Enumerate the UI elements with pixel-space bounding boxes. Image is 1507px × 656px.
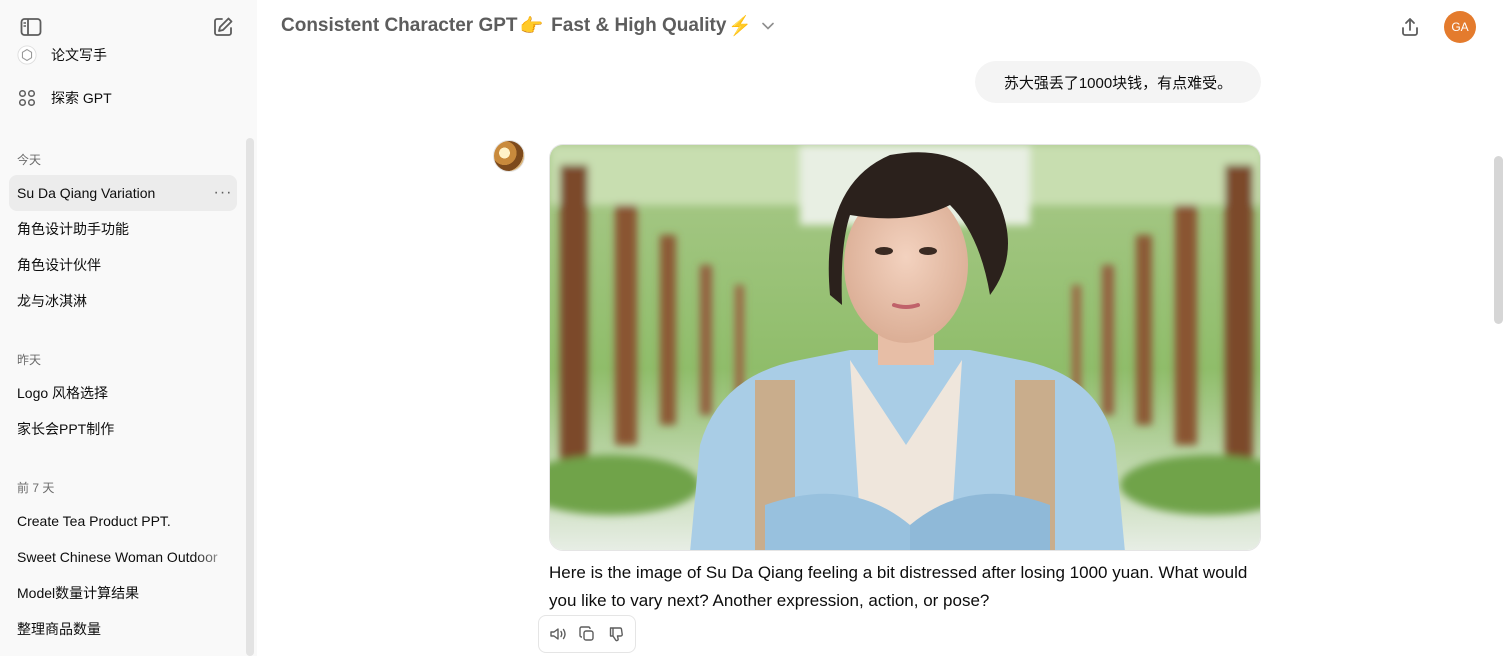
gpt-avatar-icon <box>17 45 37 65</box>
copy-button[interactable] <box>575 622 599 646</box>
chat-history-item[interactable]: 角色设计助手功能 <box>9 211 237 247</box>
share-button[interactable] <box>1397 14 1423 40</box>
chat-history-item[interactable]: 家长会PPT制作 <box>9 411 237 447</box>
sidebar-item-gpt-writer[interactable]: 论文写手 <box>17 45 107 65</box>
share-icon <box>1400 17 1420 37</box>
generated-image[interactable] <box>549 144 1261 551</box>
chat-history-item[interactable]: Create Tea Product PPT. <box>9 503 237 539</box>
chat-history-item[interactable]: 龙与冰淇淋 <box>9 283 237 319</box>
sidebar-item-label: 探索 GPT <box>51 90 112 106</box>
more-options-icon[interactable]: ··· <box>209 184 237 202</box>
chat-history-item[interactable]: Sweet Chinese Woman Outdoor <box>9 539 237 575</box>
grid-icon <box>17 88 37 108</box>
user-message-text: 苏大强丢了1000块钱，有点难受。 <box>1003 74 1233 92</box>
read-aloud-button[interactable] <box>546 622 570 646</box>
model-subtitle-text: Fast & High Quality <box>551 15 727 36</box>
section-title-yesterday: 昨天 <box>17 353 42 367</box>
chevron-down-icon <box>762 22 774 30</box>
sidebar-item-label: 论文写手 <box>51 47 107 63</box>
sidebar: 论文写手 探索 GPT 今天 Su Da Qiang Variation ···… <box>0 0 257 656</box>
thumbs-down-button[interactable] <box>604 622 628 646</box>
copy-icon <box>579 626 595 642</box>
sidebar-item-explore-gpt[interactable]: 探索 GPT <box>17 88 112 108</box>
user-avatar[interactable]: GA <box>1444 11 1476 43</box>
main-scrollbar[interactable] <box>1494 156 1503 324</box>
gpt-avatar <box>493 140 525 172</box>
section-title-previous-7-days: 前 7 天 <box>17 481 55 495</box>
chat-history-item[interactable]: Logo 风格选择 <box>9 375 237 411</box>
lightning-emoji: ⚡ <box>728 16 753 37</box>
model-selector[interactable]: Consistent Character GPT 👉 Fast & High Q… <box>281 14 774 38</box>
sidebar-toggle-icon[interactable] <box>19 15 43 39</box>
section-title-today: 今天 <box>17 153 42 167</box>
sidebar-scrollbar[interactable] <box>246 138 254 656</box>
speaker-icon <box>549 626 567 642</box>
user-message-bubble: 苏大强丢了1000块钱，有点难受。 <box>975 61 1261 103</box>
chat-history-item[interactable]: Su Da Qiang Variation ··· <box>9 175 237 211</box>
pointing-hand-emoji: 👉 <box>519 16 544 37</box>
model-title-text: Consistent Character GPT <box>281 15 518 36</box>
message-actions-bar <box>538 615 636 653</box>
header: Consistent Character GPT 👉 Fast & High Q… <box>257 0 1507 54</box>
thumbs-down-icon <box>608 626 624 642</box>
new-chat-icon[interactable] <box>211 15 235 39</box>
chat-history-item[interactable]: Model数量计算结果 <box>9 575 237 611</box>
assistant-reply-text: Here is the image of Su Da Qiang feeling… <box>549 563 1248 610</box>
chat-history-item[interactable]: 整理商品数量 <box>9 611 237 647</box>
chat-history-item[interactable]: 角色设计伙伴 <box>9 247 237 283</box>
